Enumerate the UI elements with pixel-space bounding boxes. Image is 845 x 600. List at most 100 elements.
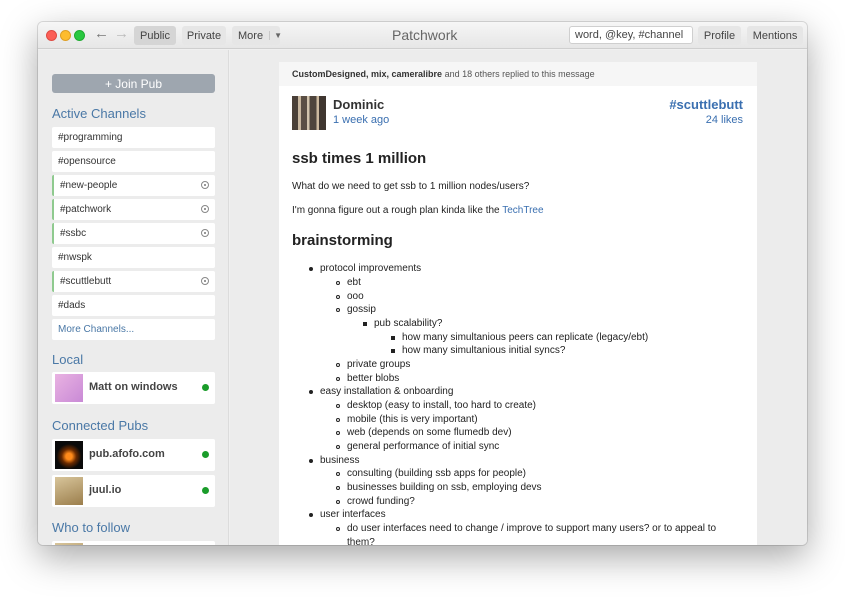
local-title: Local [52, 352, 84, 367]
online-status-icon [202, 487, 209, 494]
list-item: businesses building on ssb, employing de… [336, 482, 542, 493]
active-channels-title: Active Channels [52, 106, 146, 121]
techtree-link[interactable]: TechTree [502, 205, 543, 216]
join-pub-button[interactable]: + Join Pub [52, 74, 215, 93]
pub-name: juul.io [89, 484, 122, 496]
list-item-text: businesses building on ssb, employing de… [347, 482, 542, 493]
list-item: desktop (easy to install, too hard to cr… [336, 400, 536, 411]
minimize-window-button[interactable] [60, 30, 71, 41]
list-item-text: mobile (this is very important) [347, 414, 478, 425]
list-item: user interfaces [309, 509, 386, 520]
list-item-text: do user interfaces need to change / impr… [347, 523, 717, 534]
back-arrow-icon[interactable]: ← [94, 25, 109, 42]
connected-pubs-title: Connected Pubs [52, 418, 149, 433]
list-item: business [309, 455, 359, 466]
subscribed-icon[interactable] [201, 181, 209, 189]
list-item-text: ooo [347, 291, 364, 302]
mentions-button[interactable]: Mentions [747, 26, 803, 45]
message-timestamp[interactable]: 1 week ago [333, 114, 389, 126]
channel-item-new-people[interactable]: #new-people [52, 175, 215, 196]
channel-label: #new-people [60, 180, 118, 191]
list-item: general performance of initial sync [336, 441, 500, 452]
list-item: easy installation & onboarding [309, 386, 453, 397]
list-item-text: how many simultanious initial syncs? [402, 345, 566, 356]
replies-suffix: and 18 others replied to this message [442, 69, 595, 79]
caret-down-icon: ▼ [269, 31, 282, 40]
paragraph-text: I'm gonna figure out a rough plan kinda … [292, 205, 503, 216]
subscribed-icon[interactable] [201, 205, 209, 213]
subscribed-icon[interactable] [201, 229, 209, 237]
list-item-text: better blobs [347, 373, 400, 384]
message-paragraph: What do we need to get ssb to 1 million … [292, 181, 530, 192]
tab-more[interactable]: More ▼ [232, 26, 282, 45]
app-title: Patchwork [392, 27, 458, 43]
message-paragraph: I'm gonna figure out a rough plan kinda … [292, 205, 544, 216]
channel-label: #scuttlebutt [60, 276, 112, 287]
forward-arrow-icon[interactable]: → [114, 25, 129, 42]
message-channel-link[interactable]: #scuttlebutt [669, 97, 743, 112]
message-subheading: brainstorming [292, 232, 393, 249]
list-item-text: desktop (easy to install, too hard to cr… [347, 400, 536, 411]
channel-label: #ssbc [60, 228, 87, 239]
list-item-text: crowd funding? [347, 496, 415, 507]
replies-summary[interactable]: CustomDesigned, mix, cameralibre and 18 … [279, 62, 757, 86]
tab-private[interactable]: Private [182, 26, 226, 45]
app-window: ← → Public Private More ▼ Patchwork Prof… [38, 22, 807, 545]
channel-label: #programming [58, 132, 123, 143]
list-item: web (depends on some flumedb dev) [336, 427, 512, 438]
avatar [55, 477, 83, 505]
channel-label: #nwspk [58, 252, 92, 263]
channel-label: #opensource [58, 156, 116, 167]
titlebar: ← → Public Private More ▼ Patchwork Prof… [38, 22, 807, 49]
peer-name: Matt on windows [89, 381, 178, 393]
profile-button[interactable]: Profile [698, 26, 741, 45]
list-item-text: user interfaces [320, 509, 386, 520]
channel-item-opensource[interactable]: #opensource [52, 151, 215, 172]
channel-item-nwspk[interactable]: #nwspk [52, 247, 215, 268]
list-item: private groups [336, 359, 411, 370]
list-item-text: protocol improvements [320, 263, 422, 274]
list-item: pub scalability? [363, 318, 442, 329]
local-peer-item[interactable]: Matt on windows [52, 372, 215, 404]
author-name[interactable]: Dominic [333, 97, 384, 112]
list-item-continuation: them? [347, 537, 375, 545]
list-item: gossip [336, 304, 376, 315]
list-item-text: them? [347, 537, 375, 545]
pub-item[interactable]: pub.afofo.com [52, 439, 215, 471]
channel-item-scuttlebutt[interactable]: #scuttlebutt [52, 271, 215, 292]
likes-count[interactable]: 24 likes [706, 114, 743, 126]
tab-public[interactable]: Public [134, 26, 176, 45]
avatar [55, 441, 83, 469]
list-item: how many simultanious initial syncs? [391, 345, 566, 356]
list-item: mobile (this is very important) [336, 414, 478, 425]
list-item-text: ebt [347, 277, 361, 288]
avatar[interactable] [292, 96, 326, 130]
list-item-text: private groups [347, 359, 411, 370]
list-item: do user interfaces need to change / impr… [336, 523, 717, 534]
message-card: CustomDesigned, mix, cameralibre and 18 … [279, 62, 757, 545]
list-item: how many simultanious peers can replicat… [391, 332, 648, 343]
close-window-button[interactable] [46, 30, 57, 41]
pub-item[interactable]: juul.io [52, 475, 215, 507]
channel-item-dads[interactable]: #dads [52, 295, 215, 316]
more-channels-link[interactable]: More Channels... [52, 319, 215, 340]
online-status-icon [202, 384, 209, 391]
list-item-text: general performance of initial sync [347, 441, 500, 452]
channel-item-programming[interactable]: #programming [52, 127, 215, 148]
subscribed-icon[interactable] [201, 277, 209, 285]
list-item: consulting (building ssb apps for people… [336, 468, 526, 479]
message-heading: ssb times 1 million [292, 150, 427, 167]
maximize-window-button[interactable] [74, 30, 85, 41]
channel-item-patchwork[interactable]: #patchwork [52, 199, 215, 220]
list-item: ooo [336, 291, 364, 302]
search-input[interactable] [569, 26, 693, 44]
list-item-text: gossip [347, 304, 376, 315]
list-item: better blobs [336, 373, 400, 384]
list-item: ebt [336, 277, 361, 288]
suggested-follow-item[interactable] [52, 541, 215, 545]
list-item: crowd funding? [336, 496, 415, 507]
reply-authors: CustomDesigned, mix, cameralibre [292, 69, 443, 79]
online-status-icon [202, 451, 209, 458]
avatar [55, 374, 83, 402]
channel-item-ssbc[interactable]: #ssbc [52, 223, 215, 244]
